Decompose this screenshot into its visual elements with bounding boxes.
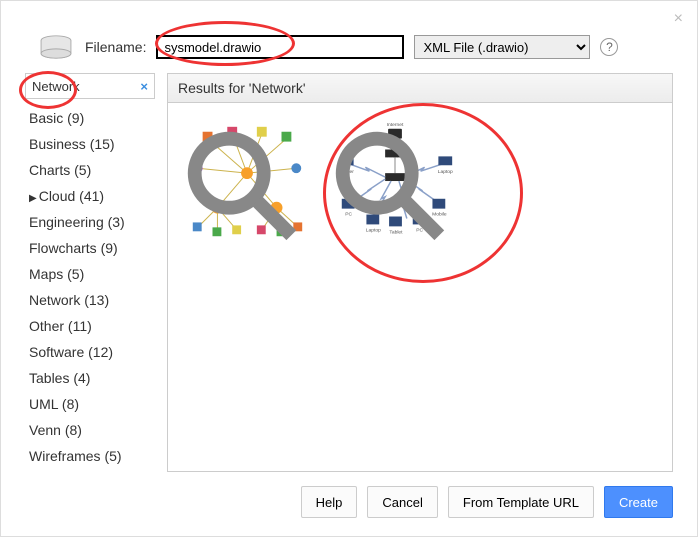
expand-arrow-icon: ▶ (29, 193, 37, 204)
category-item[interactable]: Tables (4) (25, 365, 154, 391)
category-item[interactable]: Flowcharts (9) (25, 235, 154, 261)
category-label: Engineering (3) (29, 214, 125, 230)
category-item[interactable]: Maps (5) (25, 261, 154, 287)
category-label: Wireframes (5) (29, 448, 122, 464)
filename-input[interactable] (156, 35, 404, 59)
category-item[interactable]: Engineering (3) (25, 209, 154, 235)
results-panel: Results for 'Network' (167, 73, 673, 472)
category-label: Other (11) (29, 318, 92, 334)
category-item[interactable]: Venn (8) (25, 417, 154, 443)
template-thumbnail[interactable]: Internet Firewall (324, 113, 466, 253)
disk-icon (37, 33, 75, 61)
category-item[interactable]: ▶Cloud (41) (25, 183, 154, 209)
category-item[interactable]: Charts (5) (25, 157, 154, 183)
filename-label: Filename: (85, 39, 146, 55)
create-button[interactable]: Create (604, 486, 673, 518)
category-label: Software (12) (29, 344, 113, 360)
category-item[interactable]: Other (11) (25, 313, 154, 339)
category-label: Venn (8) (29, 422, 82, 438)
category-item[interactable]: UML (8) (25, 391, 154, 417)
category-item[interactable]: Network (13) (25, 287, 154, 313)
cancel-button[interactable]: Cancel (367, 486, 437, 518)
category-label: Cloud (41) (39, 188, 104, 204)
category-label: UML (8) (29, 396, 79, 412)
category-label: Charts (5) (29, 162, 91, 178)
category-label: Business (15) (29, 136, 115, 152)
magnify-icon[interactable] (173, 118, 313, 256)
results-header: Results for 'Network' (168, 74, 672, 103)
close-icon[interactable]: × (674, 11, 683, 27)
filetype-select[interactable]: XML File (.drawio) (414, 35, 590, 59)
category-item[interactable]: Basic (9) (25, 105, 154, 131)
category-label: Basic (9) (29, 110, 84, 126)
category-item[interactable]: Software (12) (25, 339, 154, 365)
magnify-icon[interactable] (321, 118, 461, 256)
template-search-input[interactable]: Network × (25, 73, 155, 99)
search-value: Network (32, 79, 80, 94)
category-label: Tables (4) (29, 370, 90, 386)
category-list[interactable]: Basic (9) Business (15) Charts (5) ▶Cloud (… (25, 105, 155, 469)
clear-search-icon[interactable]: × (140, 79, 148, 94)
filename-row: Filename: XML File (.drawio) ? (37, 33, 673, 61)
category-label: Network (13) (29, 292, 109, 308)
template-sidebar: Network × Basic (9) Business (15) Charts (… (25, 73, 155, 472)
from-template-url-button[interactable]: From Template URL (448, 486, 594, 518)
results-body: Internet Firewall (168, 103, 672, 471)
category-label: Flowcharts (9) (29, 240, 118, 256)
new-diagram-dialog: × Filename: XML File (.drawio) ? Network… (0, 0, 698, 537)
template-thumbnail[interactable] (176, 113, 318, 253)
category-label: Maps (5) (29, 266, 84, 282)
main-area: Network × Basic (9) Business (15) Charts (… (25, 73, 673, 472)
dialog-footer: Help Cancel From Template URL Create (25, 472, 673, 518)
category-item[interactable]: Wireframes (5) (25, 443, 154, 469)
category-item[interactable]: Business (15) (25, 131, 154, 157)
help-button[interactable]: Help (301, 486, 358, 518)
help-icon[interactable]: ? (600, 38, 618, 56)
